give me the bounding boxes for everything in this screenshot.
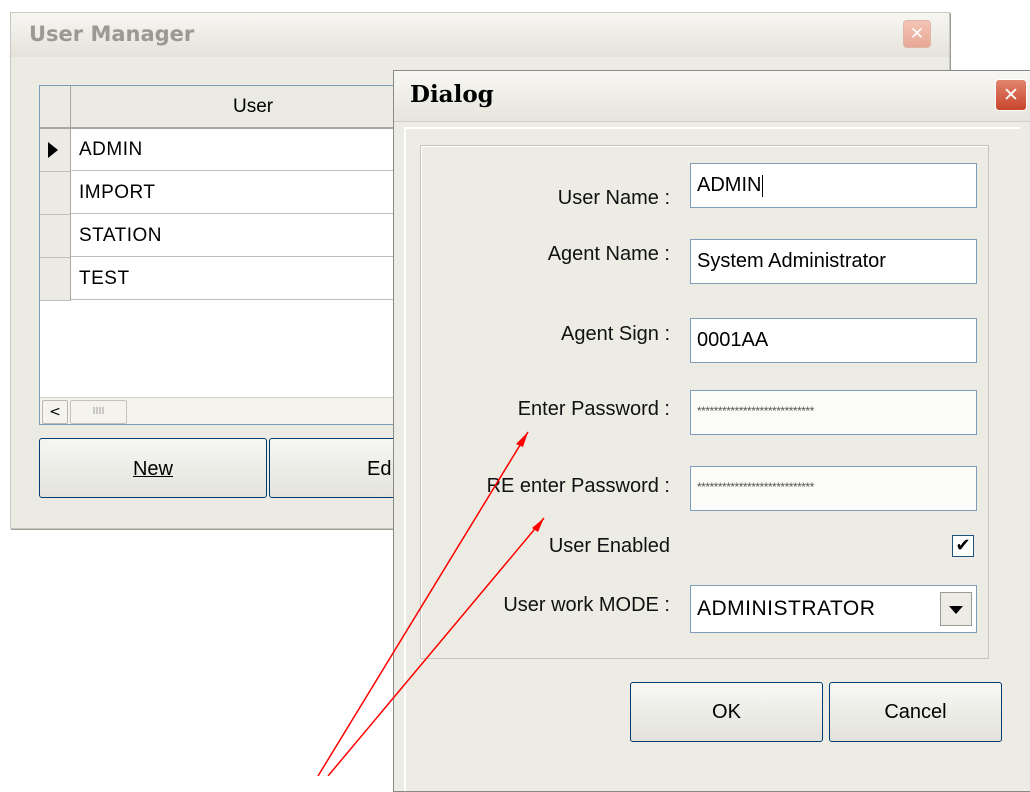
annotation-arrows (317, 431, 545, 776)
annotation-arrow-line (317, 431, 529, 776)
annotation-arrow-line (327, 517, 545, 776)
annotation-arrowhead-icon (516, 432, 528, 447)
